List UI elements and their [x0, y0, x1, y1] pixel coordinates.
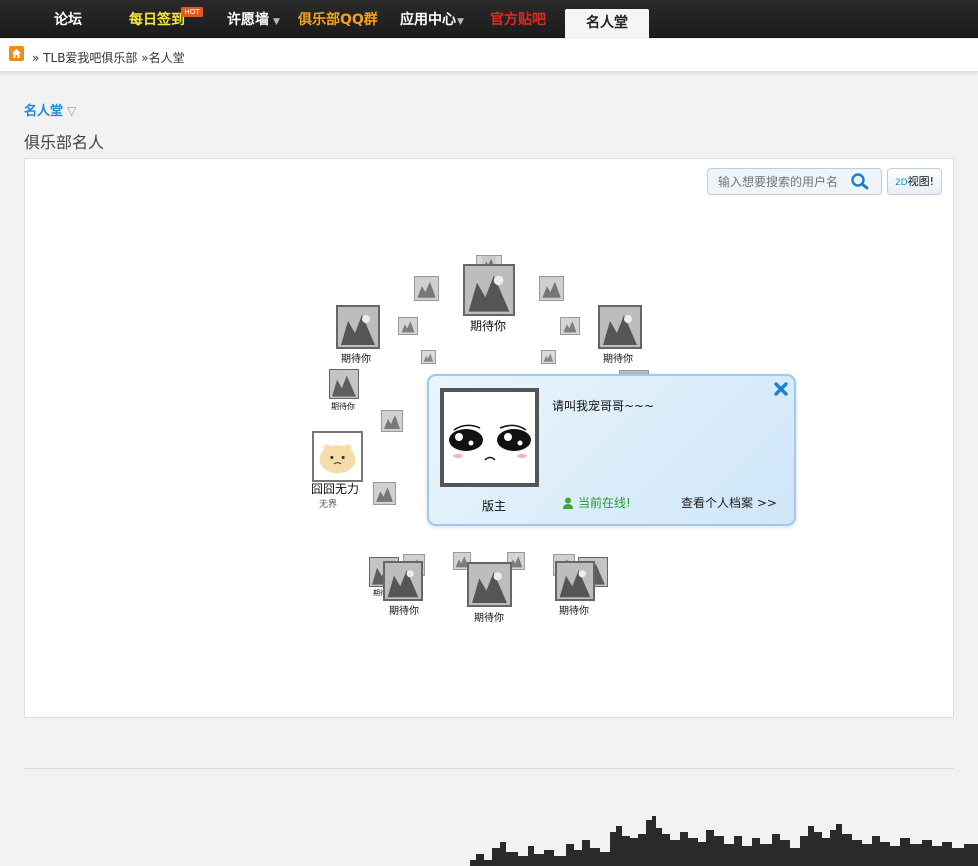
- online-status: 当前在线!: [563, 494, 631, 511]
- breadcrumb: » TLB爱我吧俱乐部 »名人堂: [32, 51, 185, 65]
- hot-badge: HOT: [181, 7, 203, 17]
- member-name: 期待你: [559, 606, 589, 617]
- member-name: 期待你: [341, 354, 371, 365]
- member-avatar[interactable]: [329, 369, 359, 399]
- user-icon: [563, 497, 573, 509]
- breadcrumb-bar: » TLB爱我吧俱乐部 »名人堂: [0, 39, 978, 72]
- member-avatar-small[interactable]: [414, 276, 439, 301]
- member-avatar[interactable]: [598, 305, 642, 349]
- nav-forum[interactable]: 论坛: [54, 0, 82, 38]
- 2d-view-button[interactable]: 2D视图!: [887, 168, 942, 195]
- popup-avatar[interactable]: [440, 388, 539, 487]
- member-avatar[interactable]: [555, 561, 595, 601]
- member-bio: 请叫我宠哥哥~~~: [552, 399, 655, 413]
- member-avatar[interactable]: [336, 305, 380, 349]
- member-avatar-jiongjiong[interactable]: [312, 431, 363, 482]
- nav-wish-wall[interactable]: 许愿墙 ▼: [227, 0, 280, 38]
- member-name: 期待你: [389, 606, 419, 617]
- member-avatar[interactable]: [463, 264, 515, 316]
- member-name: 囧囧无力: [311, 482, 360, 496]
- member-avatar-small[interactable]: [541, 350, 556, 364]
- page-title: 俱乐部名人: [24, 133, 105, 152]
- member-avatar-small[interactable]: [373, 482, 396, 505]
- chevron-down-icon: ▼: [457, 17, 464, 27]
- member-avatar-small[interactable]: [421, 350, 436, 364]
- member-signature: 无界: [319, 500, 338, 510]
- view-profile-link[interactable]: 查看个人档案 >>: [681, 494, 777, 511]
- nav-hall-of-fame[interactable]: 名人堂: [565, 9, 649, 38]
- city-skyline-decoration: [470, 816, 978, 866]
- member-avatar-small[interactable]: [560, 317, 580, 335]
- nav-daily-checkin[interactable]: 每日签到: [129, 0, 185, 38]
- search-icon[interactable]: [847, 172, 873, 191]
- search-input[interactable]: [711, 172, 849, 191]
- top-navigation: 论坛 每日签到 HOT 许愿墙 ▼ 俱乐部QQ群 应用中心▼ 官方贴吧 名人堂: [0, 0, 978, 38]
- member-name: 期待你: [331, 402, 355, 411]
- member-avatar-small[interactable]: [539, 276, 564, 301]
- nav-qq-group[interactable]: 俱乐部QQ群: [298, 0, 378, 38]
- close-icon[interactable]: [773, 381, 789, 397]
- member-avatar[interactable]: [383, 561, 423, 601]
- triangle-down-icon: ▽: [67, 104, 77, 118]
- section-link[interactable]: 名人堂 ▽: [24, 100, 76, 119]
- nav-app-center[interactable]: 应用中心▼: [400, 0, 464, 38]
- member-name: 期待你: [470, 319, 507, 333]
- member-avatar[interactable]: [467, 562, 512, 607]
- footer-divider: [24, 768, 954, 769]
- member-name: 期待你: [603, 354, 633, 365]
- breadcrumb-club[interactable]: TLB爱我吧俱乐部: [43, 51, 137, 65]
- breadcrumb-hall-of-fame[interactable]: 名人堂: [149, 51, 185, 65]
- member-avatar-small[interactable]: [398, 317, 418, 335]
- nav-official-tieba[interactable]: 官方贴吧: [490, 0, 546, 38]
- member-name: 期待你: [474, 613, 504, 624]
- member-avatar-small[interactable]: [381, 410, 403, 432]
- chevron-down-icon: ▼: [273, 17, 280, 27]
- home-icon[interactable]: [9, 46, 24, 61]
- member-role: 版主: [482, 499, 507, 513]
